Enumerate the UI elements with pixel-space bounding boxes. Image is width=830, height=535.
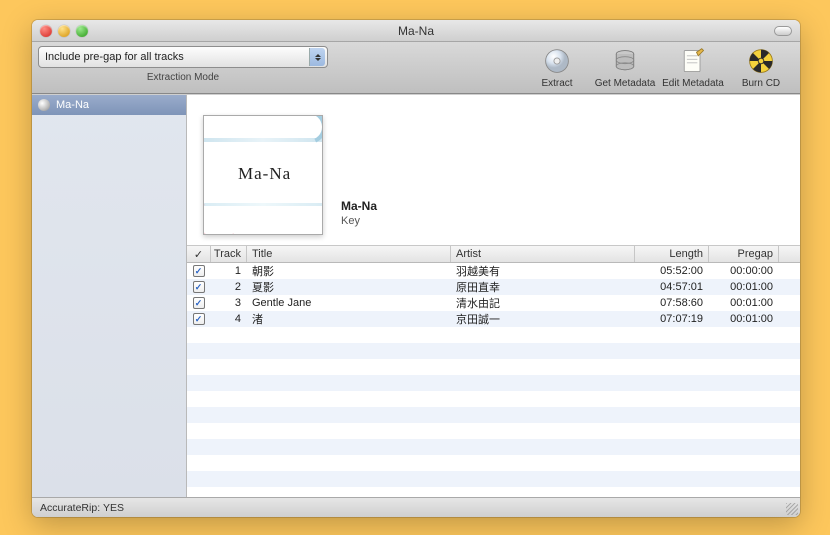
extraction-mode-select[interactable]: Include pre-gap for all tracks — [38, 46, 328, 68]
chevron-updown-icon — [309, 48, 325, 66]
sidebar-item-disc[interactable]: Ma-Na — [32, 95, 186, 115]
col-pregap[interactable]: Pregap — [709, 246, 779, 262]
burn-cd-button[interactable]: Burn CD — [728, 46, 794, 89]
table-row-empty — [187, 455, 800, 471]
toolbar-toggle-icon[interactable] — [774, 26, 792, 36]
cell-check[interactable]: ✓ — [187, 265, 211, 277]
col-check[interactable]: ✓ — [187, 246, 211, 262]
album-cover[interactable]: Ma-Na — [203, 115, 323, 235]
burn-cd-label: Burn CD — [742, 78, 780, 89]
accuraterip-label: AccurateRip: — [40, 502, 100, 514]
sidebar-item-label: Ma-Na — [56, 99, 89, 111]
get-metadata-button[interactable]: Get Metadata — [592, 46, 658, 89]
toolbar: Include pre-gap for all tracks Extractio… — [32, 42, 800, 94]
edit-icon — [678, 46, 708, 76]
album-title: Ma-Na — [341, 199, 377, 213]
main-pane: Ma-Na Ma-Na Key ✓ Track Title Artist Len… — [187, 95, 800, 497]
extraction-mode-label: Extraction Mode — [38, 72, 328, 83]
traffic-lights — [40, 25, 88, 37]
cell-length: 07:07:19 — [635, 313, 709, 325]
cell-artist: 京田誠一 — [451, 311, 635, 327]
table-body: ✓ 1朝影羽越美有05:52:0000:00:00 ✓ 2夏影原田直幸04:57:01… — [187, 263, 800, 497]
checkbox-icon[interactable]: ✓ — [193, 297, 205, 309]
window: Ma-Na Include pre-gap for all tracks Ext… — [32, 20, 800, 517]
extraction-mode-value: Include pre-gap for all tracks — [45, 51, 184, 63]
checkbox-icon[interactable]: ✓ — [193, 313, 205, 325]
accuraterip-value: YES — [103, 502, 124, 514]
cell-track: 3 — [211, 297, 247, 309]
table-row-empty — [187, 343, 800, 359]
cell-title: Gentle Jane — [247, 297, 451, 309]
titlebar[interactable]: Ma-Na — [32, 20, 800, 42]
cell-title: 渚 — [247, 311, 451, 327]
cell-check[interactable]: ✓ — [187, 297, 211, 309]
cell-pregap: 00:01:00 — [709, 281, 779, 293]
cell-track: 4 — [211, 313, 247, 325]
cell-title: 朝影 — [247, 263, 451, 279]
cell-artist: 原田直幸 — [451, 279, 635, 295]
track-table: ✓ Track Title Artist Length Pregap ✓1朝影羽… — [187, 245, 800, 497]
disc-small-icon — [38, 99, 50, 111]
table-row-empty — [187, 407, 800, 423]
cell-track: 2 — [211, 281, 247, 293]
disc-icon — [542, 46, 572, 76]
cell-length: 04:57:01 — [635, 281, 709, 293]
col-title[interactable]: Title — [247, 246, 451, 262]
cell-check[interactable]: ✓ — [187, 313, 211, 325]
table-row-empty — [187, 375, 800, 391]
col-track[interactable]: Track — [211, 246, 247, 262]
table-row-empty — [187, 487, 800, 497]
close-icon[interactable] — [40, 25, 52, 37]
minimize-icon[interactable] — [58, 25, 70, 37]
checkbox-icon[interactable]: ✓ — [193, 281, 205, 293]
cell-title: 夏影 — [247, 279, 451, 295]
resize-grip-icon[interactable] — [786, 503, 798, 515]
cell-track: 1 — [211, 265, 247, 277]
cell-length: 07:58:60 — [635, 297, 709, 309]
cell-length: 05:52:00 — [635, 265, 709, 277]
table-row-empty — [187, 439, 800, 455]
table-row[interactable]: ✓ 3Gentle Jane清水由記07:58:6000:01:00 — [187, 295, 800, 311]
table-header: ✓ Track Title Artist Length Pregap — [187, 246, 800, 263]
table-row[interactable]: ✓ 1朝影羽越美有05:52:0000:00:00 — [187, 263, 800, 279]
cell-artist: 清水由記 — [451, 295, 635, 311]
cell-check[interactable]: ✓ — [187, 281, 211, 293]
extract-button[interactable]: Extract — [524, 46, 590, 89]
table-row-empty — [187, 423, 800, 439]
edit-metadata-button[interactable]: Edit Metadata — [660, 46, 726, 89]
table-row-empty — [187, 359, 800, 375]
cell-pregap: 00:01:00 — [709, 313, 779, 325]
window-title: Ma-Na — [32, 24, 800, 38]
database-icon — [610, 46, 640, 76]
table-row[interactable]: ✓ 2夏影原田直幸04:57:0100:01:00 — [187, 279, 800, 295]
edit-metadata-label: Edit Metadata — [662, 78, 724, 89]
col-artist[interactable]: Artist — [451, 246, 635, 262]
table-row-empty — [187, 471, 800, 487]
extract-label: Extract — [541, 78, 572, 89]
checkbox-icon[interactable]: ✓ — [193, 265, 205, 277]
cell-artist: 羽越美有 — [451, 263, 635, 279]
album-artist: Key — [341, 215, 377, 227]
sidebar: Ma-Na — [32, 95, 187, 497]
get-metadata-label: Get Metadata — [595, 78, 656, 89]
cover-signature: Ma-Na — [238, 164, 291, 184]
burn-icon — [746, 46, 776, 76]
table-row-empty — [187, 391, 800, 407]
table-row[interactable]: ✓ 4渚京田誠一07:07:1900:01:00 — [187, 311, 800, 327]
status-bar: AccurateRip: YES — [32, 497, 800, 517]
cell-pregap: 00:00:00 — [709, 265, 779, 277]
table-row-empty — [187, 327, 800, 343]
zoom-icon[interactable] — [76, 25, 88, 37]
col-length[interactable]: Length — [635, 246, 709, 262]
cell-pregap: 00:01:00 — [709, 297, 779, 309]
